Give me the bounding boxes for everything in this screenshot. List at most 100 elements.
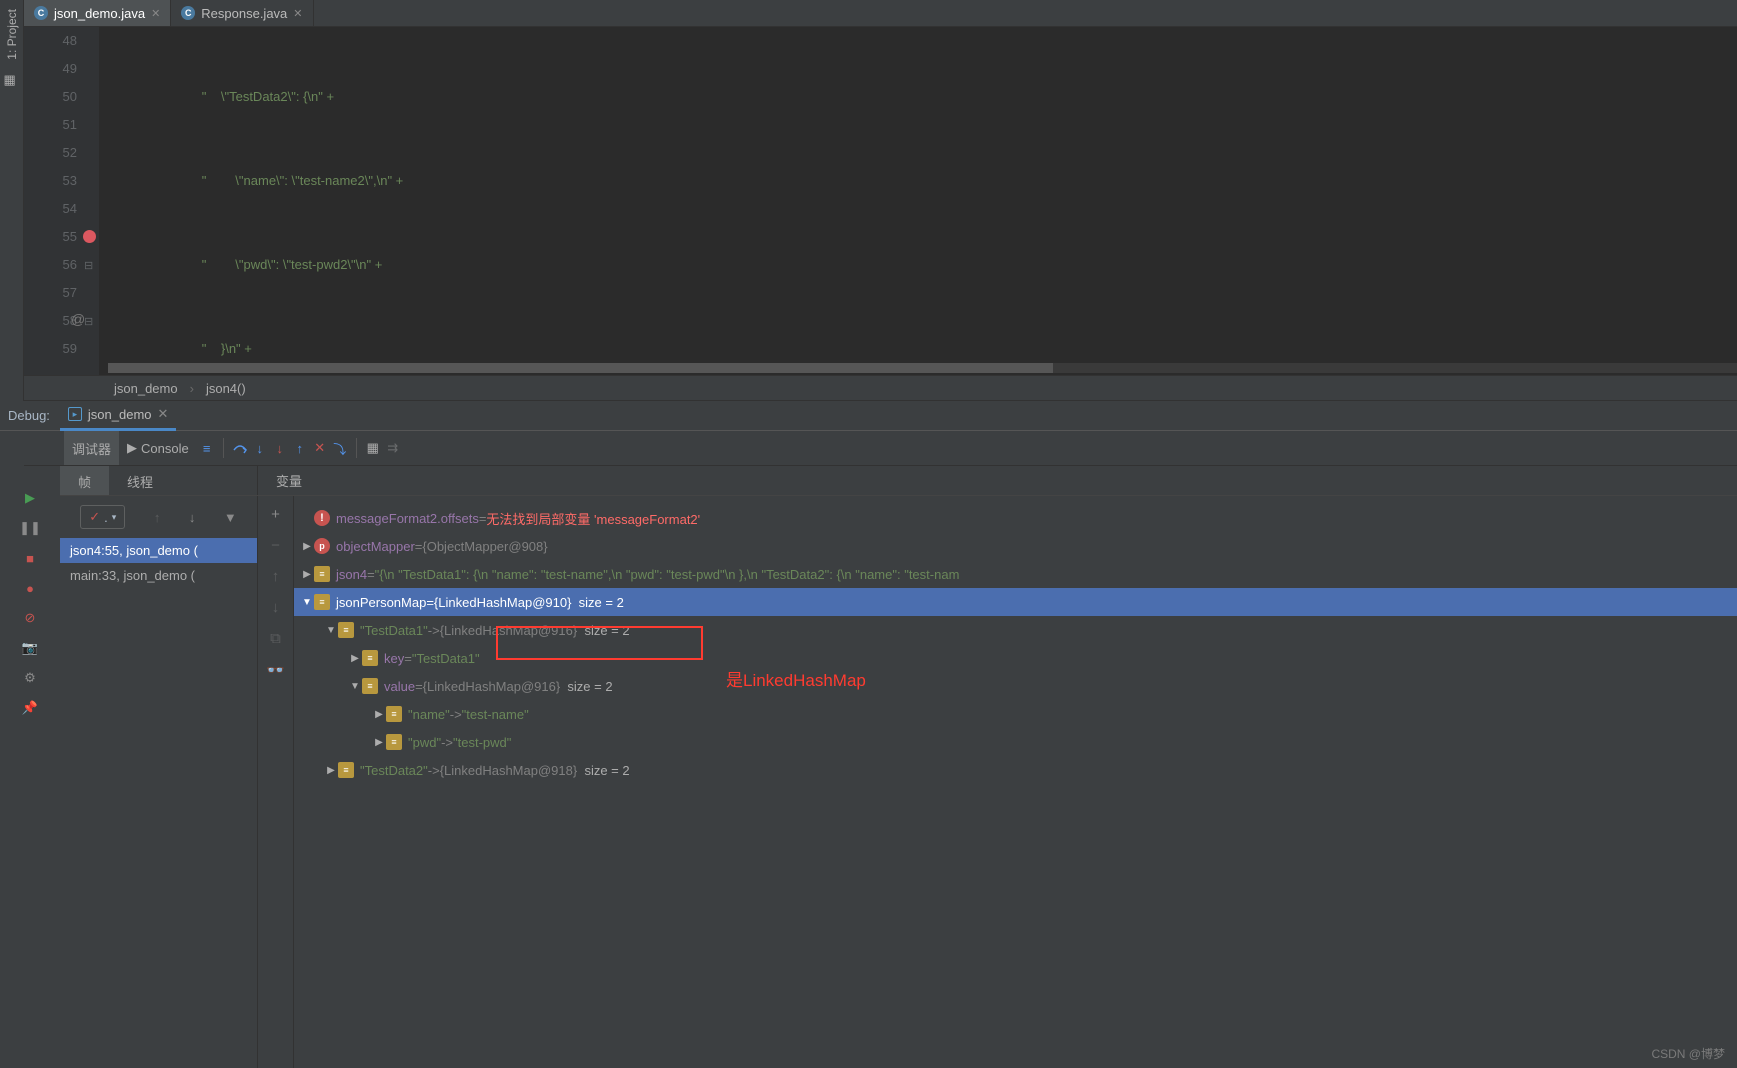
line-number: 56	[24, 251, 77, 279]
debug-tab-label: json_demo	[88, 407, 152, 422]
move-down-button[interactable]: ↓	[272, 599, 280, 616]
variable-key: "TestData1"	[360, 623, 428, 638]
stack-frame[interactable]: main:33, json_demo (	[60, 563, 257, 588]
field-icon: ≡	[338, 622, 354, 638]
breadcrumb: json_demo › json4()	[24, 375, 1737, 401]
filter-button[interactable]: ▼	[224, 510, 237, 525]
variable-row[interactable]: ▼ ≡ jsonPersonMap = {LinkedHashMap@910} …	[294, 588, 1737, 616]
mute-breakpoints-button[interactable]: ⊘	[19, 607, 41, 629]
trace-button[interactable]: ⇉	[383, 438, 403, 458]
variable-row[interactable]: ▶ p objectMapper = {ObjectMapper@908}	[294, 532, 1737, 560]
code-area[interactable]: " \"TestData2\": {\n" + " \"name\": \"te…	[99, 27, 1737, 375]
project-tool-button[interactable]: 1: Project	[5, 5, 19, 64]
expand-icon[interactable]: ▶	[324, 765, 338, 776]
drop-frame-button[interactable]: ✕	[310, 438, 330, 458]
java-class-icon: C	[34, 6, 48, 20]
add-watch-button[interactable]: +	[271, 506, 280, 523]
step-out-button[interactable]: ↑	[290, 438, 310, 458]
breadcrumb-item[interactable]: json_demo	[114, 381, 178, 396]
camera-button[interactable]: 📷	[19, 637, 41, 659]
show-watches-button[interactable]: 👓	[266, 661, 285, 679]
frames-toolbar: ✓.▾ ↑ ↓ ▼	[60, 496, 257, 538]
debug-session-tab[interactable]: ▸ json_demo ✕	[60, 401, 177, 431]
stop-button[interactable]: ■	[19, 547, 41, 569]
variable-error: 无法找到局部变量 'messageFormat2'	[486, 509, 700, 528]
field-icon: ≡	[338, 762, 354, 778]
variable-row[interactable]: ▶ ≡ "name" -> "test-name"	[294, 700, 1737, 728]
variable-key: "name"	[408, 707, 450, 722]
variable-row[interactable]: ▼ ≡ "TestData1" -> {LinkedHashMap@916} s…	[294, 616, 1737, 644]
tab-json-demo[interactable]: C json_demo.java ✕	[24, 0, 171, 26]
horizontal-scrollbar[interactable]	[108, 363, 1737, 373]
debugger-tab[interactable]: 调试器	[64, 431, 119, 465]
variable-row[interactable]: ! messageFormat2.offsets = 无法找到局部变量 'mes…	[294, 504, 1737, 532]
variable-value: {LinkedHashMap@916}	[423, 679, 561, 694]
variable-value: "{\n "TestData1": {\n "name": "test-name…	[375, 567, 960, 582]
expand-icon[interactable]: ▶	[300, 541, 314, 552]
duplicate-button[interactable]: ⧉	[270, 630, 281, 647]
line-number: 51	[24, 111, 77, 139]
settings-button[interactable]: ⚙	[19, 667, 41, 689]
stack-frame[interactable]: json4:55, json_demo (	[60, 538, 257, 563]
tab-response[interactable]: C Response.java ✕	[171, 0, 313, 26]
variables-panel[interactable]: ! messageFormat2.offsets = 无法找到局部变量 'mes…	[294, 496, 1737, 1068]
line-number: 50	[24, 83, 77, 111]
variable-row[interactable]: ▶ ≡ "pwd" -> "test-pwd"	[294, 728, 1737, 756]
collapse-icon[interactable]: ▼	[300, 597, 314, 608]
force-step-into-button[interactable]: ↓	[270, 438, 290, 458]
fold-icon[interactable]: ⊟	[84, 315, 93, 328]
chevron-right-icon: ›	[190, 381, 194, 396]
tab-label: json_demo.java	[54, 6, 145, 21]
variable-key: "pwd"	[408, 735, 441, 750]
code-editor[interactable]: 48 49 50 51 52 53 54 55 56 57 58 59 ⊟ ⊟ …	[24, 27, 1737, 375]
fold-icon[interactable]: ⊟	[84, 259, 93, 272]
variable-name: json4	[336, 567, 367, 582]
field-icon: ≡	[386, 734, 402, 750]
run-to-cursor-button[interactable]: ⤵	[330, 438, 350, 458]
variable-row[interactable]: ▼ ≡ value = {LinkedHashMap@916} size = 2	[294, 672, 1737, 700]
field-icon: ≡	[314, 566, 330, 582]
variables-header: 变量	[258, 466, 1737, 495]
view-breakpoints-button[interactable]: ●	[19, 577, 41, 599]
console-tab[interactable]: ▶Console	[119, 431, 197, 465]
expand-icon[interactable]: ▶	[300, 569, 314, 580]
collapse-icon[interactable]: ▼	[324, 625, 338, 636]
threads-tab[interactable]: 线程	[109, 466, 171, 495]
variable-value: {ObjectMapper@908}	[422, 539, 547, 554]
expand-icon[interactable]: ▶	[348, 653, 362, 664]
breadcrumb-item[interactable]: json4()	[206, 381, 246, 396]
pin-button[interactable]: 📌	[19, 697, 41, 719]
code-text: " \"name\": \"test-name2\",\n" +	[202, 173, 403, 188]
line-number: 48	[24, 27, 77, 55]
close-icon[interactable]: ✕	[293, 7, 302, 20]
variable-size: size = 2	[579, 595, 624, 610]
expand-icon[interactable]: ▶	[372, 709, 386, 720]
remove-watch-button[interactable]: −	[271, 537, 280, 554]
close-icon[interactable]: ✕	[158, 406, 169, 422]
close-icon[interactable]: ✕	[151, 7, 160, 20]
threads-icon[interactable]: ≡	[197, 438, 217, 458]
evaluate-button[interactable]: ▦	[363, 438, 383, 458]
expand-icon[interactable]: ▶	[372, 737, 386, 748]
frame-filter-dropdown[interactable]: ✓.▾	[80, 505, 125, 529]
step-over-button[interactable]	[230, 438, 250, 458]
collapse-icon[interactable]: ▼	[348, 681, 362, 692]
move-up-button[interactable]: ↑	[272, 568, 280, 585]
resume-button[interactable]: ▶	[19, 487, 41, 509]
next-frame-button[interactable]: ↓	[189, 510, 196, 525]
debug-toolbar: 调试器 ▶Console ≡ ↓ ↓ ↑ ✕ ⤵ ▦ ⇉	[24, 431, 1737, 466]
debug-panels-header: 帧 线程 变量	[60, 466, 1737, 496]
scrollbar-thumb[interactable]	[108, 363, 1053, 373]
variable-row[interactable]: ▶ ≡ "TestData2" -> {LinkedHashMap@918} s…	[294, 756, 1737, 784]
field-icon: ≡	[362, 678, 378, 694]
console-icon: ▶	[127, 440, 137, 456]
editor-tabs: C json_demo.java ✕ C Response.java ✕	[24, 0, 1737, 27]
pause-button[interactable]: ❚❚	[19, 517, 41, 539]
prev-frame-button[interactable]: ↑	[154, 510, 161, 525]
step-into-button[interactable]: ↓	[250, 438, 270, 458]
variable-row[interactable]: ▶ ≡ key = "TestData1"	[294, 644, 1737, 672]
breakpoint-icon[interactable]	[83, 230, 96, 243]
frames-tab[interactable]: 帧	[60, 466, 109, 495]
folder-icon: ▦	[4, 72, 20, 88]
variable-row[interactable]: ▶ ≡ json4 = "{\n "TestData1": {\n "name"…	[294, 560, 1737, 588]
